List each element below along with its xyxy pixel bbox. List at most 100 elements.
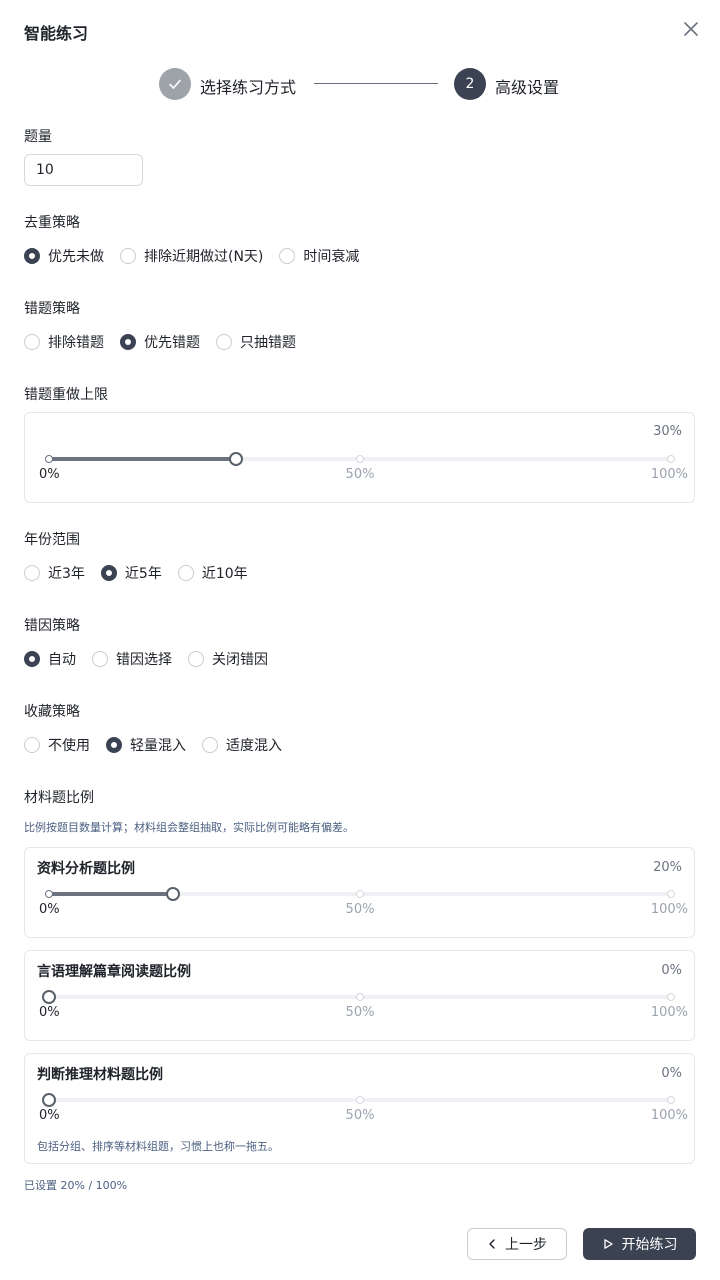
year-range-option[interactable]: 近10年 — [177, 563, 248, 583]
slider-mark-label: 0% — [39, 902, 60, 917]
dedup-option[interactable]: 时间衰减 — [279, 246, 359, 266]
slider-track[interactable] — [45, 452, 675, 466]
close-button[interactable] — [680, 18, 702, 40]
slider-handle[interactable] — [166, 887, 181, 901]
error-cause-label: 错因策略 — [24, 618, 80, 634]
start-practice-button[interactable]: 开始练习 — [583, 1228, 696, 1260]
slider-mark-label: 100% — [650, 902, 688, 917]
slider-mark-label: 0% — [39, 1005, 60, 1020]
year-range-option[interactable]: 近5年 — [100, 563, 162, 583]
slider-mark-label: 0% — [39, 467, 60, 482]
dedup-option[interactable]: 排除近期做过(N天) — [120, 246, 263, 266]
wrong-option[interactable]: 排除错题 — [24, 332, 104, 352]
material-hint: 比例按题目数量计算；材料组会整组抽取，实际比例可能略有偏差。 — [24, 821, 354, 834]
slider-mark-label: 50% — [345, 1005, 375, 1020]
slider-stop-dot — [356, 993, 364, 1001]
radio-checked-icon — [24, 248, 40, 264]
step-1-done — [159, 68, 191, 100]
dedup-option[interactable]: 优先未做 — [24, 246, 104, 266]
material-label: 材料题比例 — [24, 790, 94, 806]
slider-handle[interactable] — [42, 1093, 56, 1107]
radio-label: 关闭错因 — [212, 652, 268, 668]
slider-mark-label: 100% — [650, 467, 688, 482]
favorites-option[interactable]: 不使用 — [24, 735, 90, 755]
wrong-option[interactable]: 只抽错题 — [216, 332, 296, 352]
slider-track[interactable] — [42, 1093, 675, 1107]
slider-fill — [49, 892, 174, 896]
slider-mark-label: 0% — [39, 1108, 60, 1123]
slider-handle[interactable] — [228, 452, 243, 466]
material-card-value: 20% — [653, 860, 682, 875]
play-icon — [603, 1239, 613, 1249]
radio-label: 近5年 — [124, 566, 162, 582]
favorites-option[interactable]: 适度混入 — [202, 735, 282, 755]
material-card-title: 判断推理材料题比例 — [37, 1067, 163, 1083]
radio-label: 自动 — [48, 652, 76, 668]
error-cause-option[interactable]: 自动 — [24, 649, 76, 669]
favorites-label: 收藏策略 — [24, 704, 80, 720]
question-count-input[interactable] — [24, 154, 143, 186]
close-icon — [684, 22, 698, 36]
year-range-radio-group: 近3年 近5年 近10年 — [24, 563, 264, 583]
slider-stop-dot — [667, 890, 675, 898]
redo-limit-card: 30% 0% 50% 100% — [24, 412, 695, 503]
slider-track[interactable] — [45, 887, 675, 901]
radio-unchecked-icon — [202, 737, 218, 753]
radio-label: 适度混入 — [226, 738, 282, 754]
step-1-label: 选择练习方式 — [200, 78, 297, 97]
material-card-note: 包括分组、排序等材料组题，习惯上也称一拖五。 — [37, 1140, 279, 1153]
favorites-option[interactable]: 轻量混入 — [106, 735, 186, 755]
dialog-title: 智能练习 — [24, 24, 89, 43]
radio-checked-icon — [100, 565, 117, 581]
slider-handle[interactable] — [42, 990, 56, 1004]
step-2-label: 高级设置 — [495, 78, 560, 97]
slider-fill — [49, 457, 236, 461]
wrong-option[interactable]: 优先错题 — [120, 332, 200, 352]
slider-stop-dot — [356, 890, 364, 898]
prev-button[interactable]: 上一步 — [467, 1228, 567, 1260]
slider-mark-label: 50% — [345, 467, 375, 482]
radio-label: 不使用 — [48, 738, 90, 754]
radio-checked-icon — [24, 651, 40, 667]
slider-stop-dot — [45, 455, 53, 463]
radio-unchecked-icon — [24, 737, 40, 753]
radio-label: 排除近期做过(N天) — [144, 249, 264, 265]
error-cause-radio-group: 自动 错因选择 关闭错因 — [24, 649, 284, 669]
radio-label: 优先错题 — [144, 335, 200, 351]
radio-label: 近3年 — [48, 566, 85, 582]
slider-mark-label: 50% — [345, 902, 375, 917]
radio-unchecked-icon — [188, 651, 204, 667]
prev-button-label: 上一步 — [505, 1237, 547, 1253]
material-card-reading: 言语理解篇章阅读题比例 0% 0% 50% 100% — [24, 950, 695, 1041]
radio-label: 优先未做 — [48, 249, 104, 265]
wrong-label: 错题策略 — [24, 301, 80, 317]
radio-label: 近10年 — [201, 566, 248, 582]
year-range-option[interactable]: 近3年 — [24, 563, 85, 583]
radio-label: 错因选择 — [116, 652, 172, 668]
radio-unchecked-icon — [92, 651, 108, 667]
step-2-active: 2 — [454, 68, 486, 100]
material-card-data-analysis: 资料分析题比例 20% 0% 50% 100% — [24, 847, 695, 938]
material-summary: 已设置 20% / 100% — [24, 1179, 128, 1192]
redo-limit-value: 30% — [653, 424, 682, 439]
dedup-label: 去重策略 — [24, 215, 80, 231]
slider-track[interactable] — [42, 990, 675, 1004]
slider-stop-dot — [667, 993, 675, 1001]
slider-stop-dot — [356, 1096, 364, 1104]
radio-label: 只抽错题 — [240, 335, 296, 351]
slider-stop-dot — [667, 455, 675, 463]
radio-label: 排除错题 — [48, 335, 104, 351]
material-card-value: 0% — [661, 963, 682, 978]
material-card-value: 0% — [661, 1066, 682, 1081]
chevron-left-icon — [489, 1239, 495, 1249]
redo-limit-label: 错题重做上限 — [24, 387, 108, 403]
slider-mark-label: 50% — [345, 1108, 375, 1123]
slider-stop-dot — [356, 455, 364, 463]
error-cause-option[interactable]: 关闭错因 — [188, 649, 268, 669]
material-card-title: 言语理解篇章阅读题比例 — [37, 964, 191, 980]
slider-stop-dot — [667, 1096, 675, 1104]
radio-unchecked-icon — [120, 248, 136, 264]
error-cause-option[interactable]: 错因选择 — [92, 649, 172, 669]
year-range-label: 年份范围 — [24, 532, 80, 548]
slider-mark-label: 100% — [650, 1108, 688, 1123]
